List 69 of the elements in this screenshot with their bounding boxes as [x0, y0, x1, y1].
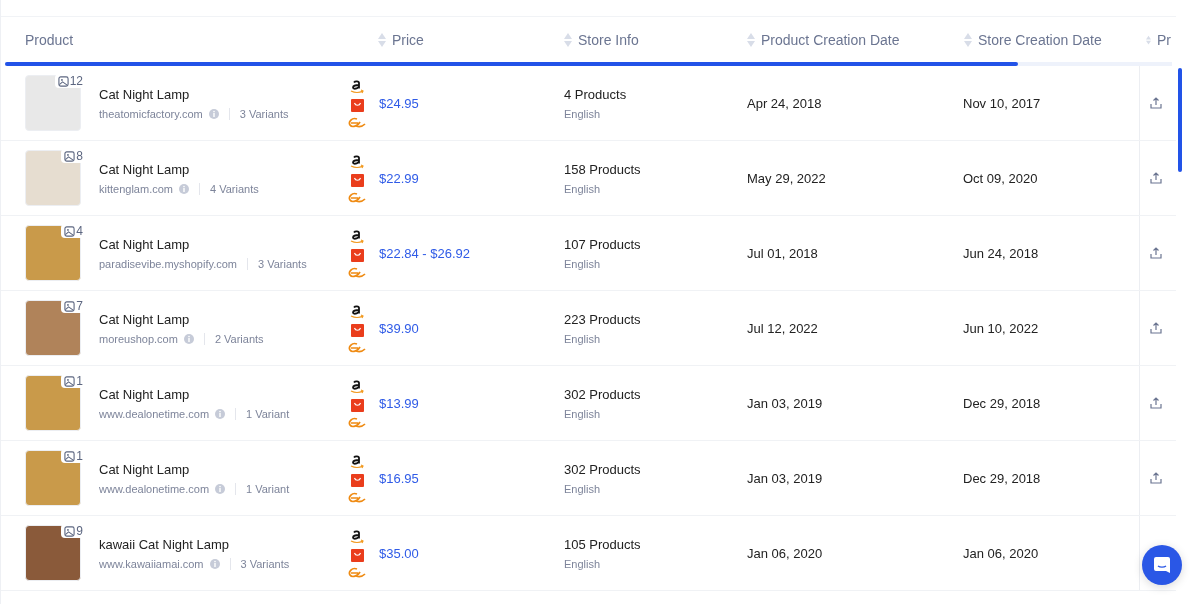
product-count: 105 Products [564, 536, 642, 552]
price: $22.99 [379, 170, 420, 186]
image-count: 1 [76, 449, 83, 463]
store-language: English [564, 107, 602, 120]
product-count: 223 Products [564, 311, 642, 327]
store-domain[interactable]: theatomicfactory.com [99, 107, 203, 120]
store-language: English [564, 332, 602, 345]
image-count: 12 [69, 74, 83, 88]
store-creation-date: Nov 10, 2017 [963, 95, 1042, 111]
column-header[interactable]: Store Creation Date [978, 31, 1102, 48]
store-domain[interactable]: www.kawaiiamai.com [99, 557, 204, 570]
column-header[interactable]: Store Info [578, 31, 639, 48]
price: $16.95 [379, 470, 420, 486]
store-language: English [564, 182, 602, 195]
image-count: 4 [76, 224, 83, 238]
product-creation-date: Jul 12, 2022 [747, 320, 819, 336]
price: $39.90 [379, 320, 420, 336]
column-header[interactable]: Pr [1157, 31, 1171, 48]
product-name[interactable]: kawaii Cat Night Lamp [99, 536, 290, 552]
column-header[interactable]: Price [392, 31, 424, 48]
variant-count: 2 Variants [203, 332, 264, 345]
variant-count: 3 Variants [229, 557, 290, 570]
variant-count: 1 Variant [235, 482, 290, 495]
product-name[interactable]: Cat Night Lamp [99, 161, 259, 177]
store-language: English [564, 482, 602, 495]
price: $13.99 [379, 395, 420, 411]
variant-count: 4 Variants [199, 182, 259, 195]
store-language: English [564, 557, 602, 570]
variant-count: 3 Variants [228, 107, 289, 120]
image-count: 8 [76, 149, 83, 163]
store-language: English [564, 407, 602, 420]
product-creation-date: Jan 03, 2019 [747, 395, 824, 411]
product-creation-date: Jul 01, 2018 [747, 245, 819, 261]
image-count: 9 [76, 524, 83, 538]
product-creation-date: May 29, 2022 [747, 170, 827, 186]
product-count: 107 Products [564, 236, 642, 252]
price: $22.84 - $26.92 [379, 245, 472, 261]
store-domain[interactable]: kittenglam.com [99, 182, 173, 195]
variant-count: 1 Variant [235, 407, 290, 420]
product-name[interactable]: Cat Night Lamp [99, 386, 290, 402]
product-creation-date: Jan 06, 2020 [747, 545, 824, 561]
store-domain[interactable]: moreushop.com [99, 332, 178, 345]
product-name[interactable]: Cat Night Lamp [99, 311, 264, 327]
column-header[interactable]: Product [25, 31, 74, 48]
product-creation-date: Jan 03, 2019 [747, 470, 824, 486]
product-count: 302 Products [564, 461, 642, 477]
product-creation-date: Apr 24, 2018 [747, 95, 823, 111]
image-count: 1 [76, 374, 83, 388]
product-name[interactable]: Cat Night Lamp [99, 236, 307, 252]
store-language: English [564, 257, 602, 270]
image-count: 7 [76, 299, 83, 313]
store-creation-date: Dec 29, 2018 [963, 470, 1042, 486]
product-name[interactable]: Cat Night Lamp [99, 86, 289, 102]
store-domain[interactable]: www.dealonetime.com [99, 482, 210, 495]
store-domain[interactable]: www.dealonetime.com [99, 407, 210, 420]
store-creation-date: Jan 06, 2020 [963, 545, 1040, 561]
variant-count: 3 Variants [246, 257, 307, 270]
product-name[interactable]: Cat Night Lamp [99, 461, 290, 477]
store-creation-date: Oct 09, 2020 [963, 170, 1039, 186]
column-header[interactable]: Product Creation Date [761, 31, 900, 48]
price: $24.95 [379, 95, 420, 111]
store-creation-date: Jun 10, 2022 [963, 320, 1040, 336]
store-domain[interactable]: paradisevibe.myshopify.com [99, 257, 237, 270]
product-count: 4 Products [564, 86, 628, 102]
product-count: 158 Products [564, 161, 642, 177]
store-creation-date: Jun 24, 2018 [963, 245, 1040, 261]
store-creation-date: Dec 29, 2018 [963, 395, 1042, 411]
product-count: 302 Products [564, 386, 642, 402]
price: $35.00 [379, 545, 420, 561]
